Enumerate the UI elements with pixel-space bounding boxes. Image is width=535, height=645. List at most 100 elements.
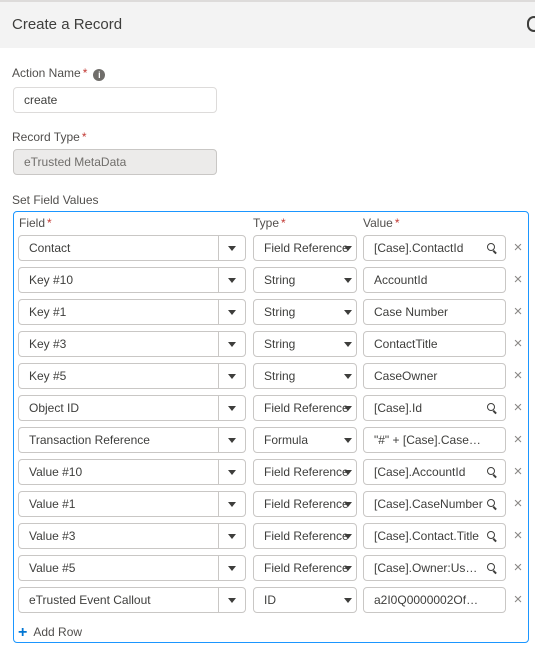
add-row-button[interactable]: + Add Row: [18, 624, 82, 642]
type-select[interactable]: String: [253, 267, 357, 293]
type-select[interactable]: Field Reference: [253, 491, 357, 517]
value-input[interactable]: [Case].Owner:User.Name: [363, 555, 506, 581]
value-input[interactable]: Case Number: [363, 299, 506, 325]
chevron-down-icon[interactable]: [344, 438, 352, 443]
collapse-icon[interactable]: [527, 16, 535, 32]
type-select[interactable]: Field Reference: [253, 523, 357, 549]
search-icon[interactable]: [487, 243, 495, 251]
field-select[interactable]: Key #10: [18, 267, 246, 293]
type-select-value: Field Reference: [264, 497, 349, 511]
close-icon[interactable]: ×: [512, 335, 524, 353]
value-input-text: "#" + [Case].CaseNumber: [374, 433, 506, 447]
chevron-down-icon[interactable]: [344, 246, 352, 251]
info-icon[interactable]: i: [93, 69, 106, 81]
field-select[interactable]: Value #3: [18, 523, 246, 549]
chevron-down-icon[interactable]: [344, 502, 352, 507]
select-divider: [218, 524, 219, 548]
value-input[interactable]: [Case].ContactId: [363, 235, 506, 261]
close-icon[interactable]: ×: [512, 303, 524, 321]
type-select[interactable]: String: [253, 363, 357, 389]
field-select[interactable]: Contact: [18, 235, 246, 261]
chevron-down-icon[interactable]: [344, 534, 352, 539]
chevron-down-icon[interactable]: [228, 342, 236, 347]
type-select[interactable]: Field Reference: [253, 555, 357, 581]
action-name-input[interactable]: create: [13, 87, 217, 113]
search-icon[interactable]: [487, 467, 495, 475]
search-icon[interactable]: [487, 499, 495, 507]
field-select[interactable]: Object ID: [18, 395, 246, 421]
chevron-down-icon[interactable]: [344, 406, 352, 411]
field-select[interactable]: Key #3: [18, 331, 246, 357]
chevron-down-icon[interactable]: [344, 566, 352, 571]
required-marker: *: [47, 216, 52, 230]
chevron-down-icon[interactable]: [228, 502, 236, 507]
chevron-down-icon[interactable]: [228, 278, 236, 283]
type-select-value: Field Reference: [264, 401, 349, 415]
close-icon[interactable]: ×: [512, 559, 524, 577]
value-input[interactable]: [Case].Id: [363, 395, 506, 421]
value-input[interactable]: "#" + [Case].CaseNumber: [363, 427, 506, 453]
type-select[interactable]: Formula: [253, 427, 357, 453]
value-input[interactable]: [Case].Contact.Title: [363, 523, 506, 549]
record-type-input: eTrusted MetaData: [13, 149, 217, 175]
value-input[interactable]: AccountId: [363, 267, 506, 293]
close-icon[interactable]: ×: [512, 271, 524, 289]
close-icon[interactable]: ×: [512, 239, 524, 257]
chevron-down-icon[interactable]: [344, 598, 352, 603]
field-select[interactable]: Transaction Reference: [18, 427, 246, 453]
close-icon[interactable]: ×: [512, 367, 524, 385]
chevron-down-icon[interactable]: [344, 470, 352, 475]
value-input[interactable]: [Case].AccountId: [363, 459, 506, 485]
set-field-values-label: Set Field Values: [12, 193, 99, 207]
chevron-down-icon[interactable]: [344, 278, 352, 283]
close-icon[interactable]: ×: [512, 431, 524, 449]
field-select[interactable]: Value #1: [18, 491, 246, 517]
field-value-row: Value #1 Field Reference [Case].CaseNumber…: [18, 491, 530, 517]
type-select-value: String: [264, 305, 296, 319]
chevron-down-icon[interactable]: [228, 246, 236, 251]
value-input[interactable]: CaseOwner: [363, 363, 506, 389]
search-icon[interactable]: [487, 563, 495, 571]
field-select[interactable]: Key #5: [18, 363, 246, 389]
value-input[interactable]: ContactTitle: [363, 331, 506, 357]
value-input-text: CaseOwner: [374, 369, 438, 383]
chevron-down-icon[interactable]: [344, 342, 352, 347]
field-select[interactable]: Key #1: [18, 299, 246, 325]
type-select[interactable]: String: [253, 331, 357, 357]
field-select[interactable]: Value #5: [18, 555, 246, 581]
close-icon[interactable]: ×: [512, 495, 524, 513]
chevron-down-icon[interactable]: [344, 310, 352, 315]
field-select-value: Contact: [29, 241, 71, 255]
add-row-label: Add Row: [33, 625, 83, 639]
type-select[interactable]: ID: [253, 587, 357, 613]
field-value-row: Object ID Field Reference [Case].Id ×: [18, 395, 530, 421]
value-input-text: [Case].CaseNumber: [374, 497, 483, 511]
type-select[interactable]: Field Reference: [253, 459, 357, 485]
close-icon[interactable]: ×: [512, 591, 524, 609]
close-icon[interactable]: ×: [512, 463, 524, 481]
close-icon[interactable]: ×: [512, 527, 524, 545]
select-divider: [218, 332, 219, 356]
chevron-down-icon[interactable]: [228, 534, 236, 539]
chevron-down-icon[interactable]: [228, 406, 236, 411]
search-icon[interactable]: [487, 403, 495, 411]
search-icon[interactable]: [487, 531, 495, 539]
value-input[interactable]: a2I0Q0000002OfQQAU: [363, 587, 506, 613]
chevron-down-icon[interactable]: [228, 310, 236, 315]
close-icon[interactable]: ×: [512, 399, 524, 417]
value-input[interactable]: [Case].CaseNumber: [363, 491, 506, 517]
value-input-text: a2I0Q0000002OfQQAU: [374, 593, 502, 607]
chevron-down-icon[interactable]: [344, 374, 352, 379]
type-select[interactable]: Field Reference: [253, 235, 357, 261]
field-select[interactable]: eTrusted Event Callout: [18, 587, 246, 613]
column-header-value-text: Value: [363, 216, 393, 230]
value-input-text: [Case].AccountId: [374, 465, 466, 479]
field-select[interactable]: Value #10: [18, 459, 246, 485]
chevron-down-icon[interactable]: [228, 470, 236, 475]
chevron-down-icon[interactable]: [228, 598, 236, 603]
chevron-down-icon[interactable]: [228, 438, 236, 443]
chevron-down-icon[interactable]: [228, 566, 236, 571]
chevron-down-icon[interactable]: [228, 374, 236, 379]
type-select[interactable]: Field Reference: [253, 395, 357, 421]
type-select[interactable]: String: [253, 299, 357, 325]
